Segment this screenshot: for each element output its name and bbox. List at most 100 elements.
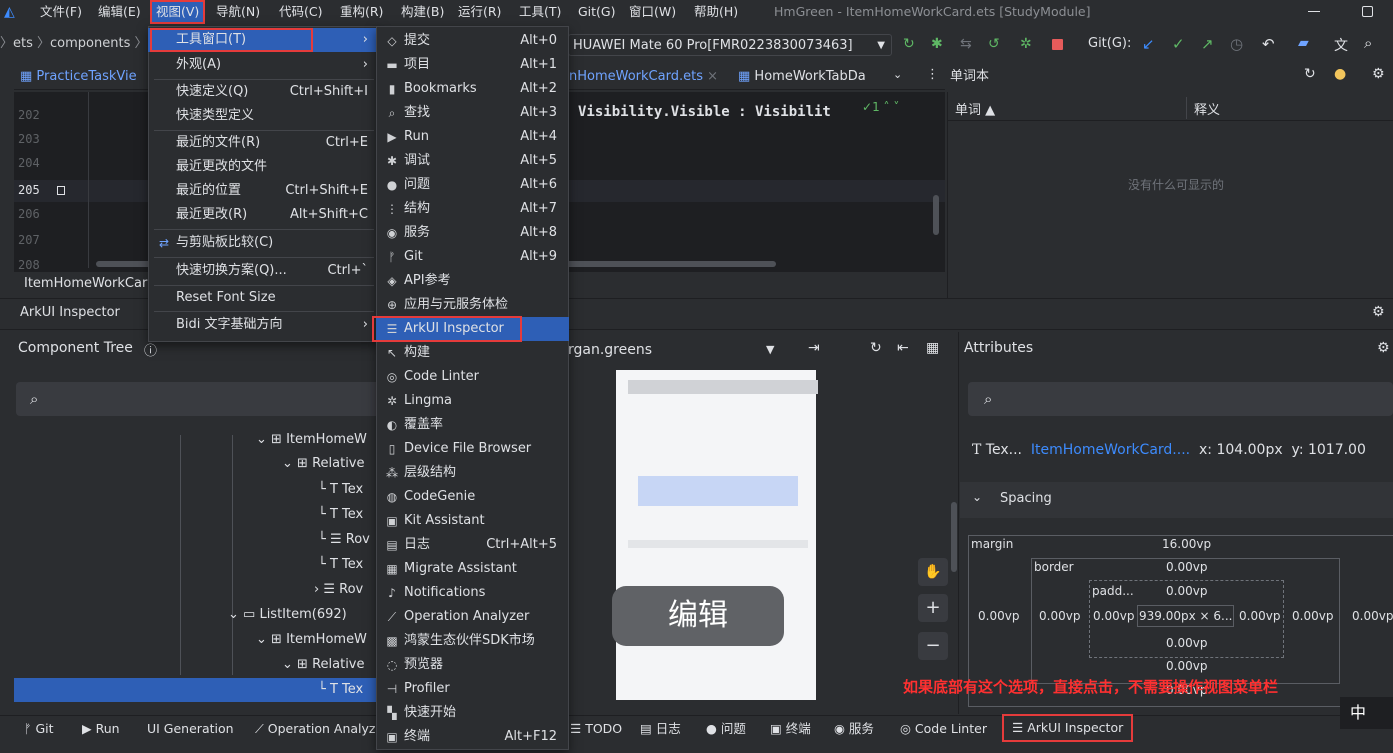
column-meaning[interactable]: 释义	[1194, 99, 1220, 118]
view-menu-recent-files[interactable]: 最近的文件(R) Ctrl+E	[148, 131, 380, 155]
tabs-dropdown-icon[interactable]: ⌄	[893, 68, 902, 81]
bottom-git[interactable]: ᚠ Git	[24, 718, 54, 740]
tree-item[interactable]: › ☰ Rov	[314, 578, 363, 602]
bottom-code-linter[interactable]: ◎ Code Linter	[900, 718, 987, 740]
git-update-icon[interactable]: ↙	[1142, 35, 1155, 53]
tree-search[interactable]	[16, 382, 416, 416]
bottom-log[interactable]: ▤ 日志	[640, 718, 681, 740]
history-icon[interactable]: ◷	[1230, 35, 1243, 53]
git-commit-icon[interactable]: ✓	[1172, 35, 1185, 53]
tool-menu-git[interactable]: ᚠ Git Alt+9	[376, 245, 569, 269]
tab-item-homework-card[interactable]: nHomeWorkCard.ets ×	[569, 66, 718, 88]
tool-menu-find[interactable]: ⌕ 查找 Alt+3	[376, 101, 569, 125]
tab-practice-task[interactable]: ▦ PracticeTaskVie	[20, 66, 137, 88]
project-icon[interactable]: ▰	[1298, 35, 1309, 51]
bottom-arkui-inspector[interactable]: ☰ ArkUI Inspector	[1002, 714, 1134, 742]
process-selector[interactable]: rgan.greens ▼	[568, 338, 788, 362]
bottom-problems[interactable]: ● 问题	[706, 718, 746, 740]
import-icon[interactable]: ⇥	[808, 340, 820, 356]
tool-menu-bookmarks[interactable]: ▮ Bookmarks Alt+2	[376, 77, 569, 101]
tool-menu-notifications[interactable]: ♪ Notifications	[376, 581, 569, 605]
minimize-icon[interactable]	[1308, 11, 1320, 12]
ime-indicator[interactable]: 中	[1340, 697, 1393, 729]
sync-icon[interactable]: ↻	[903, 36, 915, 52]
tool-menu-services[interactable]: ◉ 服务 Alt+8	[376, 221, 569, 245]
tool-menu-terminal[interactable]: ▣ 终端 Alt+F12	[376, 725, 569, 749]
menu-edit[interactable]: 编辑(E)	[94, 0, 145, 24]
view-menu-quick-definition[interactable]: 快速定义(Q) Ctrl+Shift+I	[148, 80, 380, 104]
tool-menu-lingma[interactable]: ✲ Lingma	[376, 389, 569, 413]
bulb-icon[interactable]: ●	[1334, 66, 1346, 82]
warning-count[interactable]: ✓1 ˄ ˅	[862, 100, 899, 114]
tool-menu-quick-start[interactable]: ▚ 快速开始	[376, 701, 569, 725]
export-icon[interactable]: ⇤	[897, 340, 909, 356]
attach-icon[interactable]: ⇆	[960, 36, 972, 52]
bottom-todo[interactable]: ☰ TODO	[570, 718, 622, 740]
app-logo-icon[interactable]: ◭	[4, 4, 20, 20]
bottom-operation-analyzer[interactable]: ⟋ Operation Analyz	[255, 718, 375, 740]
tree-item[interactable]: └ T Tex	[318, 503, 363, 527]
refresh-icon[interactable]: ↻	[870, 340, 882, 356]
tool-menu-codegenie[interactable]: ◍ CodeGenie	[376, 485, 569, 509]
gear-icon[interactable]: ⚙	[1377, 340, 1390, 356]
tool-menu-code-linter[interactable]: ◎ Code Linter	[376, 365, 569, 389]
tool-menu-structure[interactable]: ⋮ 结构 Alt+7	[376, 197, 569, 221]
tool-menu-device-file-browser[interactable]: ▯ Device File Browser	[376, 437, 569, 461]
tool-menu-migrate-assistant[interactable]: ▦ Migrate Assistant	[376, 557, 569, 581]
view-menu-recent-locations[interactable]: 最近的位置 Ctrl+Shift+E	[148, 179, 380, 203]
view-menu-compare-clipboard[interactable]: ⇄ 与剪贴板比较(C)	[148, 231, 380, 255]
menu-window[interactable]: 窗口(W)	[625, 0, 680, 24]
tool-menu-commit[interactable]: ◇ 提交 Alt+0	[376, 29, 569, 53]
stop-icon[interactable]	[1052, 39, 1063, 50]
tree-item[interactable]: └ T Tex	[318, 553, 363, 577]
breadcrumb-ets[interactable]: ets	[13, 36, 33, 51]
menu-run[interactable]: 运行(R)	[454, 0, 505, 24]
close-icon[interactable]: ×	[703, 69, 718, 84]
tree-item[interactable]: ⌄ ⊞ Relative	[282, 653, 365, 677]
tree-item[interactable]: └ ☰ Rov	[318, 528, 370, 552]
tree-item[interactable]: ⌄ ⊞ Relative	[282, 452, 365, 476]
tree-item-selected[interactable]: └ T Tex	[318, 678, 363, 702]
view-menu-appearance[interactable]: 外观(A) ›	[148, 53, 380, 77]
bottom-terminal[interactable]: ▣ 终端	[770, 718, 811, 740]
tree-item[interactable]: ⌄ ⊞ ItemHomeW	[256, 428, 367, 452]
editor-scrollbar[interactable]	[933, 195, 939, 235]
view-menu-recent-changes[interactable]: 最近更改(R) Alt+Shift+C	[148, 203, 380, 227]
tool-menu-profiler[interactable]: ⊣ Profiler	[376, 677, 569, 701]
debug-icon[interactable]: ✱	[931, 36, 943, 52]
tool-menu-hierarchy[interactable]: ⁂ 层级结构	[376, 461, 569, 485]
menu-help[interactable]: 帮助(H)	[690, 0, 742, 24]
tool-menu-problems[interactable]: ● 问题 Alt+6	[376, 173, 569, 197]
view-menu-quick-switch-scheme[interactable]: 快速切换方案(Q)... Ctrl+`	[148, 259, 380, 283]
tree-item[interactable]: └ T Tex	[318, 478, 363, 502]
tool-menu-previewer[interactable]: ◌ 预览器	[376, 653, 569, 677]
menu-navigate[interactable]: 导航(N)	[212, 0, 264, 24]
phone-screenshot[interactable]	[616, 370, 816, 700]
hand-icon[interactable]: ✋	[918, 558, 948, 586]
menu-code[interactable]: 代码(C)	[275, 0, 326, 24]
translate-icon[interactable]: 文	[1334, 35, 1348, 55]
menu-tools[interactable]: 工具(T)	[515, 0, 565, 24]
view-menu-recently-changed-files[interactable]: 最近更改的文件	[148, 155, 380, 179]
restore-icon[interactable]	[1362, 6, 1373, 17]
edit-button-preview[interactable]: 编辑	[612, 586, 784, 646]
bottom-services[interactable]: ◉ 服务	[834, 718, 874, 740]
tool-menu-operation-analyzer[interactable]: ⟋ Operation Analyzer	[376, 605, 569, 629]
gear-icon[interactable]: ⚙	[1372, 66, 1385, 82]
more-icon[interactable]: ⋮	[926, 67, 939, 82]
preview-scrollbar[interactable]	[951, 502, 957, 572]
view-menu-reset-font-size[interactable]: Reset Font Size	[148, 286, 380, 310]
rerun-icon[interactable]: ↺	[988, 36, 1000, 52]
tool-menu-kit-assistant[interactable]: ▣ Kit Assistant	[376, 509, 569, 533]
bottom-ui-generation[interactable]: UI Generation	[147, 718, 234, 740]
device-selector[interactable]: HUAWEI Mate 60 Pro[FMR0223830073463] ▼	[568, 34, 892, 56]
bottom-run[interactable]: ▶ Run	[82, 718, 120, 740]
refresh-icon[interactable]: ↻	[1304, 66, 1316, 82]
help-icon[interactable]: ⓘ	[144, 340, 157, 359]
view-menu-bidi-direction[interactable]: Bidi 文字基础方向 ›	[148, 313, 380, 337]
menu-build[interactable]: 构建(B)	[397, 0, 448, 24]
rollback-icon[interactable]: ↶	[1262, 35, 1275, 53]
attributes-search[interactable]	[968, 382, 1393, 416]
tool-menu-coverage[interactable]: ◐ 覆盖率	[376, 413, 569, 437]
tool-menu-app-health-check[interactable]: ⊕ 应用与元服务体检	[376, 293, 569, 317]
